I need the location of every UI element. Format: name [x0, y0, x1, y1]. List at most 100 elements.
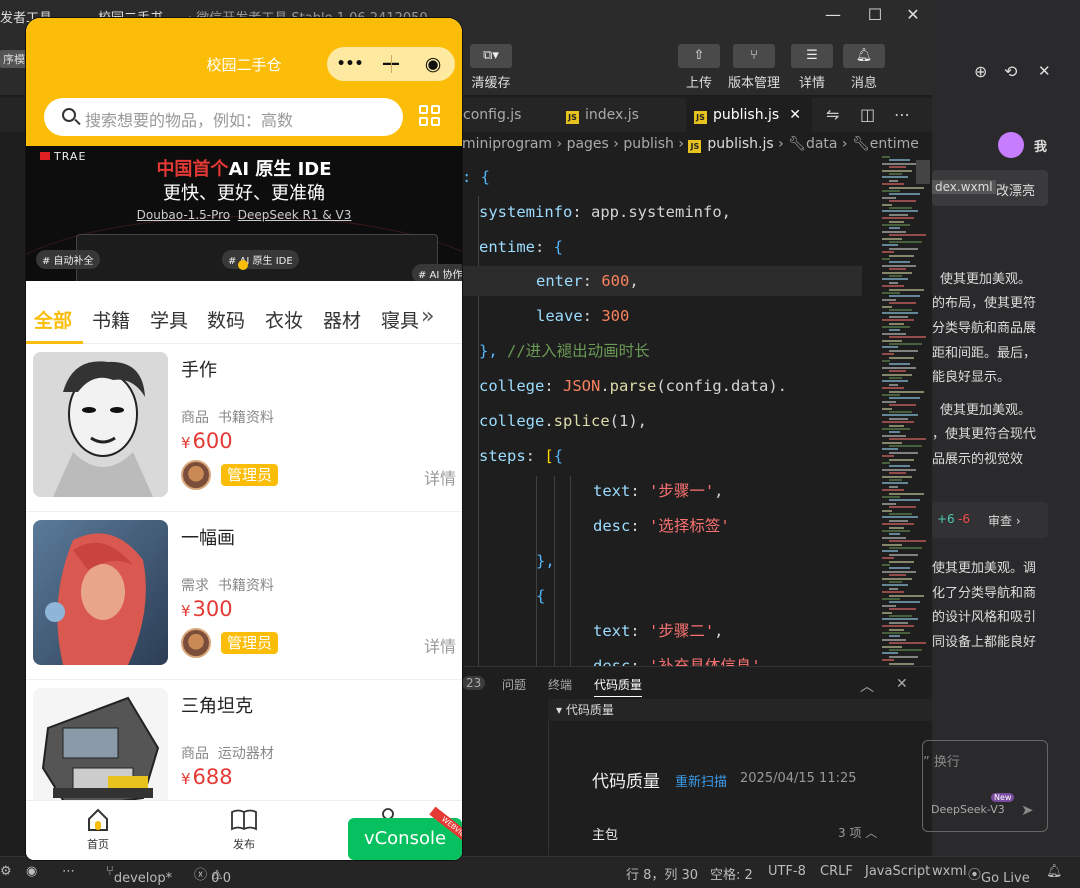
- crumb-entime[interactable]: entime: [870, 136, 919, 152]
- editor-scrollbar[interactable]: [916, 160, 930, 184]
- grid-icon[interactable]: [419, 105, 442, 128]
- chevron-right-icon[interactable]: »: [421, 304, 434, 329]
- version-button[interactable]: ⑂ 版本管理: [728, 44, 780, 91]
- minimap-line: [889, 377, 902, 379]
- eol-setting[interactable]: CRLF: [820, 864, 853, 879]
- indent-setting[interactable]: 空格: 2: [710, 864, 753, 883]
- tab-config[interactable]: config.js: [455, 98, 521, 132]
- split-editor-icon[interactable]: ◫: [860, 105, 875, 124]
- minimap-line: [882, 455, 894, 458]
- minimap-line: [889, 295, 920, 298]
- file-chip[interactable]: dex.wxml: [932, 180, 996, 194]
- clear-cache-button[interactable]: ⧉▾ 清缓存: [470, 44, 512, 91]
- settings-icon[interactable]: ⚙: [0, 864, 12, 879]
- crumb-data[interactable]: data: [806, 136, 838, 152]
- history-icon[interactable]: ⟲: [1004, 62, 1017, 81]
- bottom-panel: 23 问题 终端 代码质量 ︿ ✕ ▾ 代码质量 代码质量 重新扫描 2025/…: [462, 666, 932, 855]
- go-live-button[interactable]: ⦿ Go Live: [968, 864, 1030, 886]
- minimap-line: [889, 438, 926, 441]
- minimap-line: [882, 604, 896, 607]
- more-menu-icon[interactable]: •••: [327, 47, 373, 81]
- more-icon[interactable]: ⋯: [894, 105, 910, 124]
- list-item[interactable]: 一幅画 需求 书籍资料 ¥300 管理员 详情: [26, 512, 462, 680]
- model-selector[interactable]: DeepSeek-V3: [931, 803, 1005, 816]
- minimap-line: [889, 397, 920, 400]
- category-digital[interactable]: 数码: [207, 306, 245, 333]
- close-ai-icon[interactable]: ✕: [1038, 62, 1051, 80]
- banner-subheadline: 更快、更好、更准确: [163, 183, 325, 204]
- search-input[interactable]: 搜索想要的物品，例如：高数: [44, 98, 403, 136]
- category-equipment[interactable]: 器材: [323, 306, 361, 333]
- close-tab-icon[interactable]: ✕: [789, 107, 801, 123]
- code-change-card[interactable]: +6 -6 审查 ›: [932, 502, 1048, 538]
- minimize-icon[interactable]: —: [818, 4, 848, 26]
- rescan-link[interactable]: 重新扫描: [675, 771, 727, 790]
- detail-link[interactable]: 详情: [424, 465, 456, 489]
- code-editor[interactable]: : { systeminfo: app.systeminfo, entime: …: [462, 160, 862, 666]
- encoding-setting[interactable]: UTF-8: [768, 864, 806, 879]
- list-item[interactable]: 手作 商品 书籍资料 ¥600 管理员 详情: [26, 344, 462, 512]
- tab-publish[interactable]: JS publish.js ✕: [686, 98, 812, 132]
- details-label: 详情: [798, 76, 825, 91]
- maximize-icon[interactable]: ☐: [860, 4, 890, 26]
- breadcrumb: miniprogram › pages › publish › JS publis…: [462, 136, 919, 153]
- minimap-line: [889, 499, 920, 502]
- problems-status[interactable]: ⓧ 0 ⚠ 0: [194, 864, 231, 886]
- language-mode[interactable]: JavaScript: [865, 864, 930, 879]
- promo-banner[interactable]: TRAE 中国首个AI 原生 IDE 更快、更好、更准确 Doubao-1.5-…: [26, 146, 462, 281]
- minimap-line: [882, 176, 908, 179]
- crumb-miniprogram[interactable]: miniprogram: [462, 136, 552, 152]
- minimap-line: [889, 213, 908, 216]
- branch-status[interactable]: ⑂ develop*: [106, 864, 172, 886]
- review-button[interactable]: 审查 ›: [988, 512, 1021, 529]
- tab-index[interactable]: JS index.js: [558, 98, 639, 132]
- tab-problems[interactable]: 问题: [502, 676, 526, 693]
- category-all[interactable]: 全部: [34, 306, 72, 333]
- collapse-icon[interactable]: ︿: [860, 676, 874, 696]
- category-books[interactable]: 书籍: [92, 306, 130, 333]
- minimap-line: [889, 383, 898, 386]
- send-icon[interactable]: ➤: [1021, 801, 1034, 819]
- category-bedding[interactable]: 寝具: [381, 306, 419, 333]
- more-icon[interactable]: ⋯: [62, 864, 75, 879]
- minimap-line: [882, 298, 896, 301]
- item-meta: 商品 书籍资料: [181, 410, 274, 426]
- eye-icon[interactable]: ◉: [26, 864, 37, 879]
- compare-icon[interactable]: ⇋: [826, 105, 839, 124]
- minimap[interactable]: [862, 156, 932, 666]
- main-package-count[interactable]: 3 项 ︿: [838, 824, 877, 841]
- minimap-line: [882, 618, 918, 621]
- cursor-position[interactable]: 行 8，列 30: [626, 864, 698, 883]
- minimap-line: [882, 502, 896, 505]
- new-chat-icon[interactable]: ⊕: [974, 62, 987, 81]
- minimap-line: [889, 349, 918, 352]
- minimap-line: [889, 200, 916, 203]
- ai-input-box[interactable]: ” 换行 DeepSeek-V3 New ➤: [922, 740, 1048, 832]
- details-button[interactable]: ☰ 详情: [791, 44, 833, 91]
- minimap-line: [882, 394, 900, 396]
- category-stationery[interactable]: 学具: [150, 306, 188, 333]
- minimap-line: [889, 186, 924, 189]
- close-icon[interactable]: ✕: [898, 4, 928, 26]
- minimap-line: [882, 421, 914, 424]
- crumb-publish[interactable]: publish: [623, 136, 674, 152]
- notification-icon[interactable]: 🔔︎: [1046, 864, 1063, 879]
- crumb-pages[interactable]: pages: [567, 136, 609, 152]
- category-clothing[interactable]: 衣妆: [265, 306, 303, 333]
- tab-home[interactable]: 首页: [58, 807, 138, 852]
- detail-link[interactable]: 详情: [424, 633, 456, 657]
- crumb-file[interactable]: publish.js: [707, 136, 773, 152]
- messages-button[interactable]: 🔔︎ 消息: [843, 44, 885, 91]
- tab-code-quality[interactable]: 代码质量: [594, 676, 643, 697]
- minimap-line: [882, 652, 898, 655]
- tab-terminal[interactable]: 终端: [548, 676, 572, 693]
- close-app-icon[interactable]: ◉: [415, 47, 451, 81]
- item-image: [33, 352, 168, 497]
- tab-publish[interactable]: 发布: [204, 807, 284, 852]
- mode-selector[interactable]: 序模: [0, 50, 28, 68]
- code-quality-tree-header[interactable]: ▾ 代码质量: [548, 699, 932, 721]
- phone-simulator: 校园二手仓 ••• — ◉ 搜索想要的物品，例如：高数 TRAE 中国首个AI …: [26, 18, 462, 860]
- minimap-line: [882, 543, 902, 546]
- close-panel-icon[interactable]: ✕: [896, 676, 908, 692]
- upload-button[interactable]: ⇧ 上传: [678, 44, 720, 91]
